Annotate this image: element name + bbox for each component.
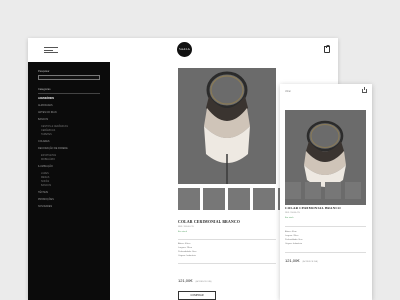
brand-logo[interactable]: SAALA (177, 42, 192, 57)
spec-line: Altura: 40cm (178, 243, 191, 245)
categories-title: Categorias (38, 88, 51, 91)
thumbnail[interactable] (325, 182, 341, 199)
sidebar-item[interactable]: CESTOS & CERÂMICAS (41, 125, 68, 128)
bag-icon[interactable] (324, 44, 330, 53)
sidebar-item-acessorios[interactable]: ACESSÓRIOS (38, 97, 54, 100)
vat-note: (ACRESCE IVA) (195, 281, 212, 283)
back-link[interactable]: Voltar (285, 91, 291, 93)
sidebar-item[interactable]: PROMOÇÕES (38, 198, 54, 201)
search-input[interactable] (38, 75, 100, 80)
divider (285, 226, 366, 227)
product-ref: REF: 95040-CN (285, 212, 300, 214)
product-title: COLAR CERIMONIAL BRANCO (178, 220, 240, 224)
sidebar-item[interactable]: ALMOFADAS (38, 104, 53, 107)
sidebar-item[interactable]: BANCOS (41, 184, 51, 187)
product-price: 121,00€ (ACRESCE IVA) (178, 278, 211, 283)
sidebar: Pesquisar Categorias ACESSÓRIOS ALMOFADA… (28, 62, 110, 300)
stock-status: Em stock (178, 231, 187, 233)
divider (38, 93, 100, 94)
price-value: 121,00€ (178, 278, 193, 283)
necklace-image (204, 71, 250, 184)
price-value: 121,00€ (285, 258, 300, 263)
thumbnail[interactable] (305, 182, 321, 199)
sidebar-item[interactable]: ESTATUETAS (41, 154, 56, 157)
thumbnail[interactable] (203, 188, 225, 210)
sidebar-item[interactable]: NOVIDADES (38, 205, 52, 208)
vat-note: (ACRESCE IVA) (302, 261, 318, 263)
thumbnail[interactable] (178, 188, 200, 210)
product-title: COLAR CERIMONIAL BRANCO (285, 206, 341, 210)
thumbnail[interactable] (345, 182, 361, 199)
spec-line: Origem: Indonésia (285, 243, 302, 245)
spec-line: Profundidade: 8cm (178, 251, 197, 253)
thumbnail[interactable] (228, 188, 250, 210)
divider (285, 252, 366, 253)
header: SAALA (28, 38, 338, 62)
sidebar-item[interactable]: DECORAÇÃO DE PAREDE (38, 147, 68, 150)
sidebar-item[interactable]: BANCOS (38, 118, 48, 121)
menu-icon[interactable] (44, 47, 58, 55)
product-image[interactable] (178, 68, 276, 184)
sidebar-item[interactable]: COLARES (38, 140, 49, 143)
mobile-view: Voltar COLAR CERIMONIAL BRANCO REF: 9504… (280, 84, 372, 300)
buy-button[interactable]: COMPRAR (178, 291, 216, 300)
sidebar-item[interactable]: MESAS (41, 176, 49, 179)
sidebar-item[interactable]: TÊXTEIS (38, 191, 48, 194)
thumbnail[interactable] (253, 188, 275, 210)
sidebar-item[interactable]: CERÂMICAS (41, 129, 55, 132)
product-ref: REF: 95040-CN (178, 226, 194, 228)
product-price: 121,00€ (ACRESCE IVA) (285, 258, 318, 263)
search-label: Pesquisar (38, 70, 50, 73)
spec-line: Altura: 40cm (285, 231, 297, 233)
sidebar-item[interactable]: SOFÁS (41, 180, 49, 183)
sidebar-item[interactable]: LUZES (41, 172, 49, 175)
stock-status: Em stock (285, 217, 294, 219)
spec-line: Largura: 28cm (285, 235, 299, 237)
thumbnail-strip (285, 182, 361, 201)
sidebar-item[interactable]: ARTES DO IRAN (38, 111, 57, 114)
sidebar-item[interactable]: ILUMINAÇÃO (38, 165, 53, 168)
spec-line: Largura: 28cm (178, 247, 193, 249)
share-icon[interactable] (362, 87, 367, 93)
sidebar-item[interactable]: MOBILIÁRIO (41, 158, 55, 161)
divider (178, 263, 276, 264)
spec-line: Profundidade: 8cm (285, 239, 303, 241)
thumbnail[interactable] (285, 182, 301, 199)
divider (178, 239, 276, 240)
sidebar-item[interactable]: TAPETES (41, 133, 52, 136)
spec-line: Origem: Indonésia (178, 255, 196, 257)
